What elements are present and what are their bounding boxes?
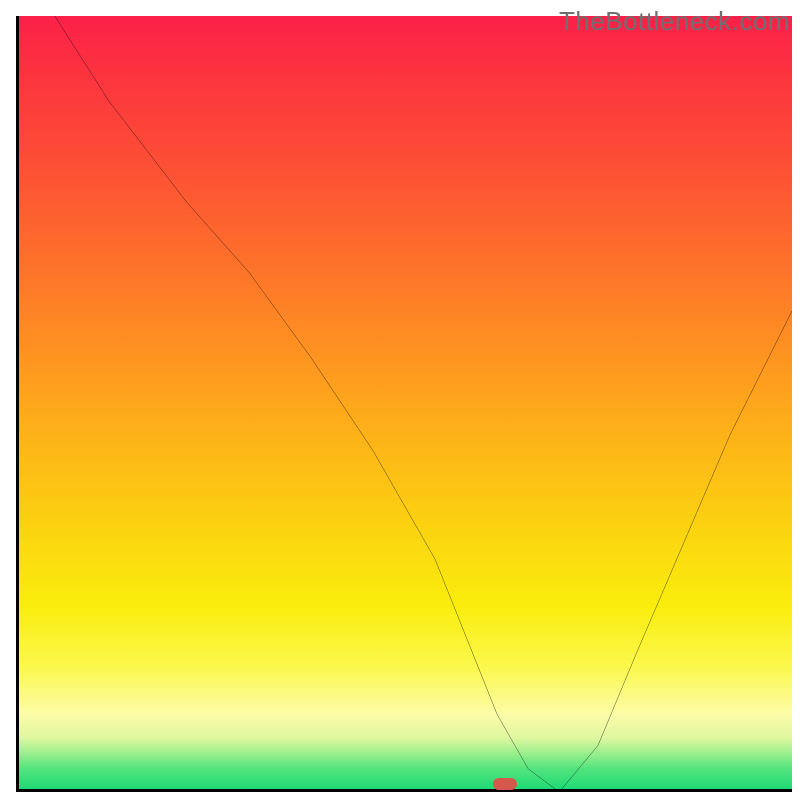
- x-axis: [16, 789, 792, 792]
- watermark-text: TheBottleneck.com: [559, 6, 790, 37]
- bottleneck-curve: [16, 16, 792, 792]
- y-axis: [16, 16, 19, 792]
- chart-area: [16, 16, 792, 792]
- optimal-point-marker: [493, 778, 517, 790]
